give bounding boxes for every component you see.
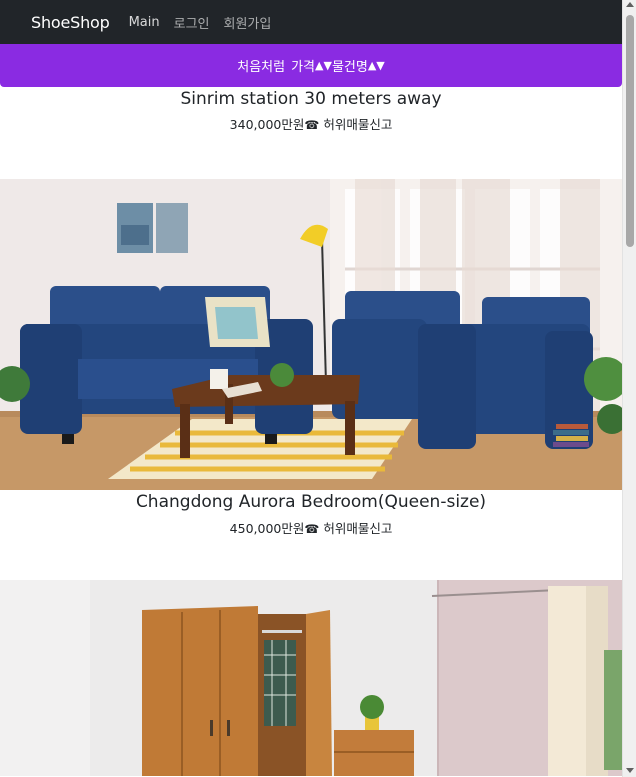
- top-navbar: ShoeShop Main 로그인 회원가입: [0, 0, 622, 44]
- product-list: Sinrim station 30 meters away 340,000만원☎…: [0, 87, 622, 776]
- product-title[interactable]: Changdong Aurora Bedroom(Queen-size): [0, 491, 622, 513]
- phone-icon: ☎: [304, 118, 320, 132]
- sort-price: 가격 ▲ ▼: [291, 56, 332, 75]
- nav-link-signup[interactable]: 회원가입: [224, 13, 272, 32]
- sort-reset-button[interactable]: 처음처럼: [237, 56, 285, 75]
- living-room-sofa-photo[interactable]: [0, 179, 622, 490]
- report-listing-link[interactable]: 허위매물신고: [323, 117, 392, 132]
- product-price: 450,000만원: [229, 521, 305, 536]
- bedroom-wardrobe-photo[interactable]: [0, 580, 622, 776]
- sort-price-asc-button[interactable]: ▲: [315, 60, 323, 71]
- scrollbar-thumb[interactable]: [626, 15, 634, 247]
- report-listing-link[interactable]: 허위매물신고: [323, 521, 392, 536]
- nav-link-login[interactable]: 로그인: [174, 13, 210, 32]
- scroll-up-arrow-icon[interactable]: [626, 2, 634, 7]
- brand-logo[interactable]: ShoeShop: [31, 13, 110, 32]
- scroll-down-arrow-icon[interactable]: [626, 768, 634, 773]
- product-card: Sinrim station 30 meters away 340,000만원☎…: [0, 87, 622, 179]
- sort-price-label: 가격: [291, 60, 315, 75]
- nav-link-main[interactable]: Main: [129, 15, 160, 30]
- sort-name: 물건명 ▲ ▼: [332, 56, 385, 75]
- sort-bar: 처음처럼 가격 ▲ ▼ 물건명 ▲ ▼: [0, 44, 622, 87]
- product-price: 340,000만원: [229, 117, 305, 132]
- page-scrollbar[interactable]: [622, 0, 636, 777]
- sort-name-asc-button[interactable]: ▲: [368, 60, 376, 71]
- product-meta: 450,000만원☎ 허위매물신고: [0, 518, 622, 537]
- product-card: Changdong Aurora Bedroom(Queen-size) 450…: [0, 179, 622, 580]
- nav-links: Main 로그인 회원가입: [129, 13, 272, 32]
- card-spacer: [0, 537, 622, 580]
- product-title[interactable]: Sinrim station 30 meters away: [0, 89, 622, 109]
- product-card: [0, 580, 622, 776]
- sort-name-desc-button[interactable]: ▼: [376, 60, 384, 71]
- sort-name-label: 물건명: [331, 60, 368, 75]
- sort-price-desc-button[interactable]: ▼: [323, 60, 331, 71]
- phone-icon: ☎: [304, 522, 320, 536]
- product-meta: 340,000만원☎ 허위매물신고: [0, 114, 622, 133]
